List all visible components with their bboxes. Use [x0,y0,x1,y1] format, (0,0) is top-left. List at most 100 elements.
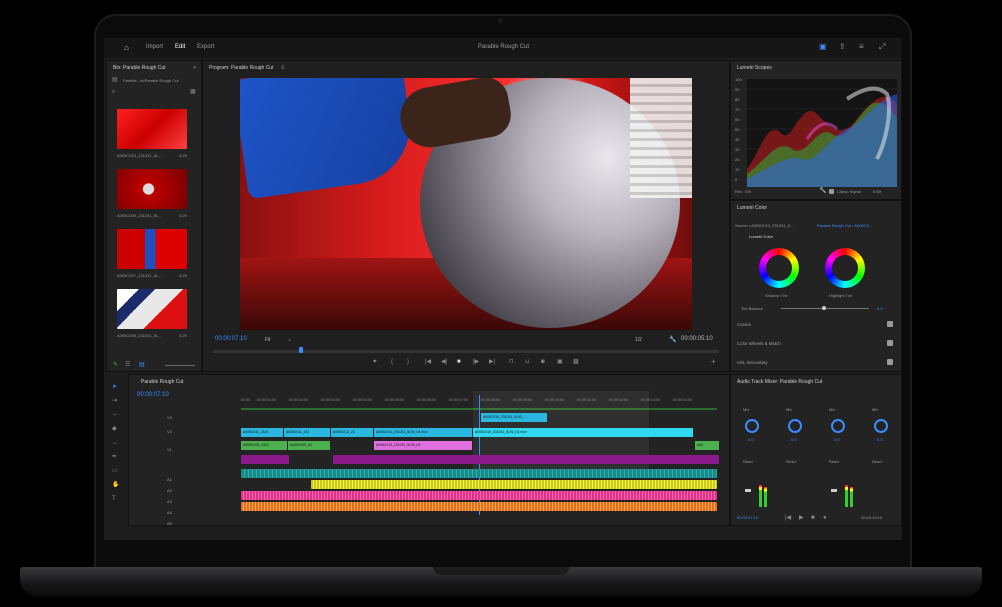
color-wheels-checkbox[interactable] [887,340,893,346]
scope-colorspace[interactable]: Rec. 709 [735,189,751,194]
audio-clip[interactable] [311,480,717,489]
pan-value[interactable]: 0.0 [877,437,883,442]
clip-thumbnail[interactable] [117,109,187,149]
timeline-timecode[interactable]: 00:00:07:10 [137,392,169,398]
mark-out-icon[interactable]: } [407,359,409,365]
nav-export[interactable]: Export [197,44,214,50]
pen-tool-icon[interactable]: ✒ [112,454,117,460]
pan-value[interactable]: 0.0 [748,437,754,442]
selection-tool-icon[interactable]: ➤ [112,384,117,390]
clip-thumbnail[interactable] [117,169,187,209]
nav-edit[interactable]: Edit [175,44,185,50]
tint-balance-handle[interactable] [822,306,826,310]
stop-icon[interactable]: ■ [457,359,461,365]
settings-icon[interactable]: ≡ [859,42,864,51]
channel-mix[interactable]: Mix [829,407,835,412]
timeline-clip[interactable]: A005C013_231031_5L92_04 [374,441,472,450]
channel-mix[interactable]: Mix [786,407,792,412]
automation-read[interactable]: Read [786,459,796,464]
section-hsl[interactable]: HSL Secondary [737,360,768,365]
timeline-clip[interactable] [241,455,289,464]
timeline-clip[interactable]: A005C010_231031_5L92_04.mov [473,428,693,437]
chevron-down-icon[interactable]: ⌄ [287,337,292,343]
shadow-tint-wheel[interactable] [759,248,799,288]
timeline-clip[interactable]: A00 [695,441,719,450]
stop-icon[interactable]: ■ [811,515,815,521]
go-to-in-icon[interactable]: |◀ [425,359,431,365]
share-icon[interactable]: ⇪ [839,42,846,51]
marker-icon[interactable]: ♥ [373,359,377,365]
audio-clip[interactable] [241,469,717,478]
pencil-icon[interactable]: ✎ [113,362,118,368]
list-view-icon[interactable]: ☰ [125,362,130,368]
wrench-icon[interactable]: 🔧 [819,188,826,194]
scrub-handle[interactable] [299,347,303,353]
camera-icon[interactable]: ◙ [541,359,545,365]
audio-clip[interactable] [241,491,717,500]
hand-tool-icon[interactable]: ✋ [112,482,119,488]
clamp-checkbox[interactable] [829,189,834,194]
fader[interactable] [745,489,751,492]
timeline-clip[interactable]: A005C008_2310 [241,441,287,450]
curves-checkbox[interactable] [887,321,893,327]
new-bin-icon[interactable]: ▦ [190,89,196,95]
timeline-clip[interactable]: A005C014_231031_5L92_04.mov [374,428,472,437]
section-color-wheels[interactable]: Color Wheels & Match [737,341,781,346]
pan-value[interactable]: 0.0 [791,437,797,442]
pan-knob[interactable] [831,419,845,433]
bit-select[interactable]: 8 Bit [873,189,881,194]
clip-thumbnail[interactable] [117,289,187,329]
step-back-icon[interactable]: ◀| [441,359,447,365]
multicam-icon[interactable]: ▩ [573,359,579,365]
timeline-clip[interactable]: A005C010_231031_5L92_... [481,413,547,422]
timeline-clip[interactable]: A005C011_231 [284,428,330,437]
lift-icon[interactable]: ⊓ [509,359,514,365]
timeline-clip[interactable] [333,455,719,464]
home-icon[interactable]: ⌂ [124,43,129,52]
go-to-out-icon[interactable]: ▶| [489,359,495,365]
icon-view-icon[interactable]: ▤ [139,362,145,368]
ripple-edit-icon[interactable]: ⇔ [112,412,118,418]
compare-icon[interactable]: ▣ [557,359,563,365]
fit-select[interactable]: Fit [265,337,271,343]
highlight-tint-wheel[interactable] [825,248,865,288]
audio-clip[interactable] [241,502,717,511]
extract-icon[interactable]: ⊔ [525,359,530,365]
razor-tool-icon[interactable]: ◆ [112,426,117,432]
wrench-icon[interactable]: 🔧 [669,337,676,343]
timeline-clip[interactable]: A005C012_23 [331,428,373,437]
automation-read[interactable]: Read [829,459,839,464]
panel-expand-icon[interactable]: » [193,65,196,71]
clip-thumbnail[interactable] [117,229,187,269]
resolution-select[interactable]: 1/2 [635,337,642,343]
timeline-clip[interactable]: A005C009_23 [288,441,330,450]
automation-read[interactable]: Read [743,459,753,464]
lumetri-section[interactable]: Lumetri Color [749,234,773,239]
go-to-in-icon[interactable]: |◀ [785,515,791,521]
search-icon[interactable]: ⌕ [112,89,115,95]
record-icon[interactable]: ● [823,515,827,521]
pan-knob[interactable] [788,419,802,433]
section-curves[interactable]: Curves [737,322,751,327]
source-label[interactable]: Source • A005C010_231031_5... [735,223,793,228]
mixer-timecode[interactable]: 00:00:07:10 [737,515,758,520]
panel-menu-icon[interactable]: ≡ [281,65,285,71]
automation-read[interactable]: Read [872,459,882,464]
hsl-checkbox[interactable] [887,359,893,365]
play-icon[interactable]: ▶ [799,515,804,521]
fader[interactable] [831,489,837,492]
target-label[interactable]: Parable Rough Cut • A005C0... [817,223,872,228]
track-select-icon[interactable]: ⇥ [112,398,117,404]
timeline-clip[interactable]: A005C011_2310 [241,428,283,437]
tint-balance-value[interactable]: 0.0 [877,306,883,311]
workspace-icon[interactable]: ▣ [819,42,827,51]
mark-in-icon[interactable]: { [391,359,393,365]
slip-tool-icon[interactable]: ↔ [112,440,118,446]
pan-value[interactable]: 0.0 [834,437,840,442]
program-timecode[interactable]: 00:00:07:10 [215,336,247,342]
pan-knob[interactable] [745,419,759,433]
nav-import[interactable]: Import [146,44,163,50]
type-tool-icon[interactable]: T [112,496,116,502]
channel-mix[interactable]: Mix [743,407,749,412]
scrub-bar[interactable] [213,350,719,353]
